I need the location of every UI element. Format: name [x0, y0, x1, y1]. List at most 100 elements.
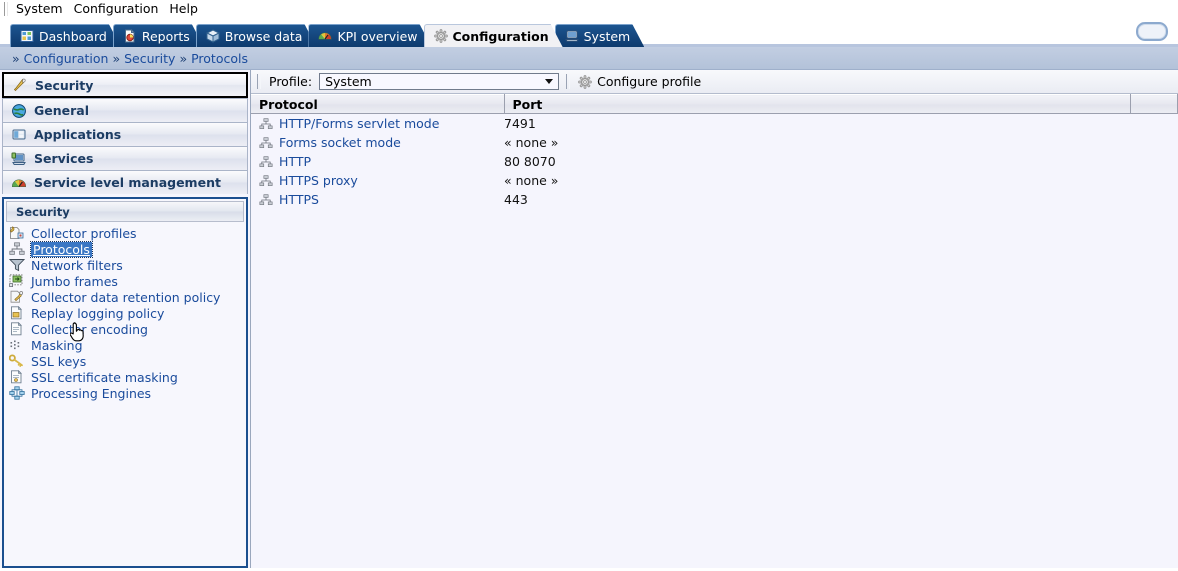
tab-label: Browse data: [224, 28, 303, 44]
gauge-icon: [11, 175, 27, 191]
sidebar-item-label: Jumbo frames: [31, 273, 118, 289]
application-icon: [11, 127, 27, 143]
menu-bar: System Configuration Help: [0, 0, 1178, 19]
sidebar-item-label: Replay logging policy: [31, 305, 165, 321]
table-row[interactable]: HTTP/Forms servlet mode 7491: [251, 113, 1178, 133]
cell-protocol[interactable]: HTTPS proxy: [251, 171, 504, 190]
column-header-spacer[interactable]: [1130, 94, 1178, 114]
certificate-icon: [9, 370, 25, 384]
sidebar-item-jumbo-frames[interactable]: Jumbo frames: [9, 273, 246, 289]
profile-select-value: System: [325, 74, 372, 89]
table-row[interactable]: HTTP 80 8070: [251, 152, 1178, 171]
jumbo-frame-icon: [9, 274, 25, 288]
sidebar-item-label: Network filters: [31, 257, 123, 273]
cell-spacer: [1130, 190, 1178, 209]
sidebar-item-collector-data-retention-policy[interactable]: Collector data retention policy: [9, 289, 246, 305]
breadcrumb-item-protocols[interactable]: Protocols: [191, 51, 248, 66]
sidebar-item-label: SSL keys: [31, 353, 87, 369]
sidebar-section-services[interactable]: Services: [2, 146, 248, 170]
breadcrumb-item-configuration[interactable]: Configuration: [24, 51, 109, 66]
sidebar-item-collector-profiles[interactable]: Collector profiles: [9, 225, 246, 241]
sidebar-item-label: Processing Engines: [31, 385, 152, 401]
cell-spacer: [1130, 152, 1178, 171]
sidebar-item-label: Collector data retention policy: [31, 289, 221, 305]
network-tree-icon: [259, 155, 273, 168]
sidebar-item-ssl-keys[interactable]: SSL keys: [9, 353, 246, 369]
table-row[interactable]: HTTPS 443: [251, 190, 1178, 209]
network-tree-icon: [259, 174, 273, 187]
menu-item-help[interactable]: Help: [167, 0, 204, 18]
cube-icon: [206, 29, 220, 43]
sidebar-section-general[interactable]: General: [2, 98, 248, 122]
breadcrumb-separator: »: [179, 50, 188, 66]
sidebar-item-label: SSL certificate masking: [31, 369, 178, 385]
protocol-link[interactable]: HTTPS proxy: [279, 173, 358, 188]
toolbar-drag-grip[interactable]: [257, 74, 261, 89]
tab-reports[interactable]: Reports: [113, 24, 204, 47]
sidebar-item-masking[interactable]: Masking: [9, 337, 246, 353]
sidebar-item-label: Masking: [31, 337, 83, 353]
cell-protocol[interactable]: HTTP: [251, 152, 504, 171]
engines-icon: [9, 386, 25, 400]
sidebar-item-network-filters[interactable]: Network filters: [9, 257, 246, 273]
cell-spacer: [1130, 113, 1178, 133]
service-icon: [11, 151, 27, 167]
configure-profile-button[interactable]: Configure profile: [578, 74, 701, 89]
tab-system[interactable]: System: [555, 24, 645, 47]
document-folder-icon: [9, 306, 25, 320]
protocol-link[interactable]: HTTPS: [279, 192, 319, 207]
cell-port: « none »: [504, 133, 1130, 152]
gear-icon: [434, 29, 448, 43]
sidebar-item-ssl-certificate-masking[interactable]: SSL certificate masking: [9, 369, 246, 385]
cell-protocol[interactable]: HTTPS: [251, 190, 504, 209]
window-control-button[interactable]: [1136, 22, 1168, 41]
protocols-table: Protocol Port HTTP/Forms servlet mode 74…: [251, 94, 1178, 209]
profile-select[interactable]: System: [319, 73, 560, 90]
cell-port: 80 8070: [504, 152, 1130, 171]
cell-spacer: [1130, 171, 1178, 190]
cell-port: « none »: [504, 171, 1130, 190]
protocol-link[interactable]: HTTP: [279, 154, 311, 169]
tab-label: Dashboard: [39, 28, 107, 44]
profile-toolbar: Profile: System Configure profile: [251, 70, 1178, 94]
column-header-protocol[interactable]: Protocol: [251, 94, 505, 114]
tab-dashboard[interactable]: Dashboard: [10, 24, 121, 47]
sidebar-section-applications[interactable]: Applications: [2, 122, 248, 146]
tab-label: System: [583, 28, 631, 44]
cell-protocol[interactable]: HTTP/Forms servlet mode: [251, 113, 504, 133]
menu-drag-grip[interactable]: [4, 2, 8, 16]
key-feather-icon: [12, 77, 28, 93]
sidebar-section-service-level-management[interactable]: Service level management: [2, 170, 248, 194]
main-content-panel: Profile: System Configure profile Protoc…: [250, 70, 1178, 568]
cell-protocol[interactable]: Forms socket mode: [251, 133, 504, 152]
sidebar-item-protocols[interactable]: Protocols: [9, 240, 246, 258]
menu-item-system[interactable]: System: [14, 0, 69, 18]
breadcrumb-item-security[interactable]: Security: [124, 51, 175, 66]
table-row[interactable]: HTTPS proxy « none »: [251, 171, 1178, 190]
protocol-link[interactable]: HTTP/Forms servlet mode: [279, 116, 439, 131]
profile-label: Profile:: [269, 74, 313, 89]
security-nav-panel: Security Collector profiles Protocols Ne…: [2, 197, 248, 568]
sidebar-item-collector-encoding[interactable]: Collector encoding: [9, 321, 246, 337]
sidebar-item-label: Protocols: [30, 240, 93, 258]
sidebar-section-label: Applications: [34, 127, 122, 142]
sidebar-item-label: Collector profiles: [31, 225, 137, 241]
menu-item-configuration[interactable]: Configuration: [72, 0, 165, 18]
tab-kpi-overview[interactable]: KPI overview: [308, 24, 431, 47]
sidebar-item-replay-logging-policy[interactable]: Replay logging policy: [9, 305, 246, 321]
table-row[interactable]: Forms socket mode « none »: [251, 133, 1178, 152]
network-tree-icon: [259, 193, 273, 206]
column-header-port[interactable]: Port: [504, 94, 1131, 114]
retention-key-icon: [9, 290, 25, 304]
tab-configuration[interactable]: Configuration: [424, 24, 563, 47]
sidebar-item-processing-engines[interactable]: Processing Engines: [9, 385, 246, 401]
cell-spacer: [1130, 133, 1178, 152]
tab-browse-data[interactable]: Browse data: [196, 24, 317, 47]
network-tree-icon: [259, 117, 273, 130]
report-icon: [123, 29, 137, 43]
gauge-icon: [318, 29, 332, 43]
sidebar-section-security[interactable]: Security: [2, 72, 248, 98]
dashboard-icon: [20, 29, 34, 43]
security-nav-list: Collector profiles Protocols Network fil…: [4, 222, 246, 401]
protocol-link[interactable]: Forms socket mode: [279, 135, 401, 150]
